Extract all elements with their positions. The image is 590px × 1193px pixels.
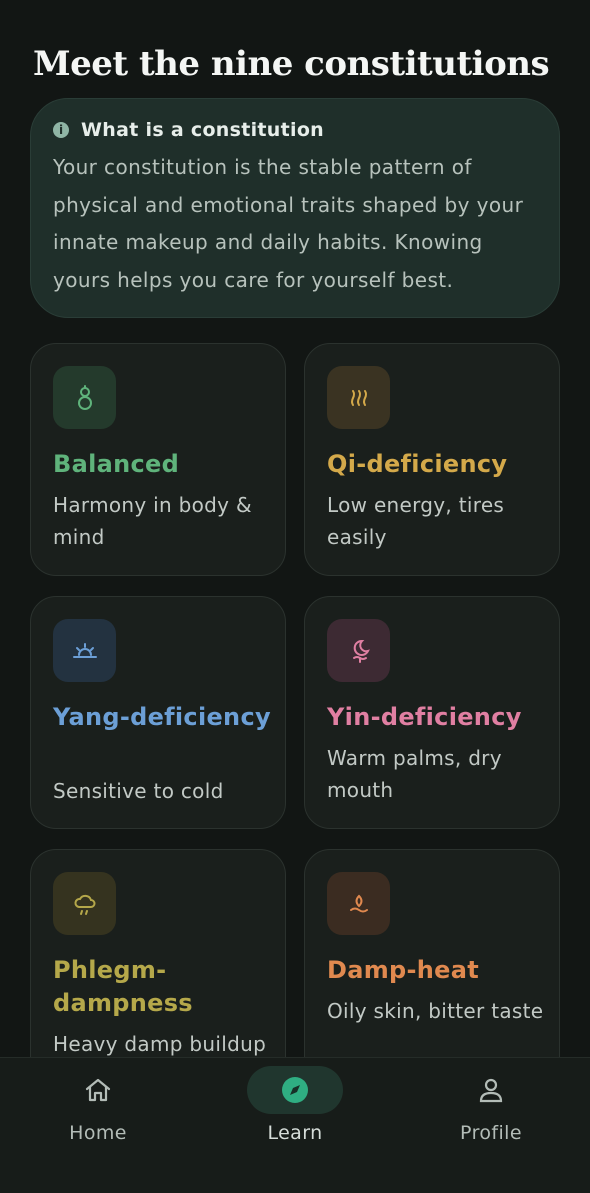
sunset-icon [53, 619, 116, 682]
card-description: Sensitive to cold [53, 779, 224, 803]
constitution-card-balanced[interactable]: Balanced Harmony in body & mind [30, 343, 286, 576]
info-title: What is a constitution [81, 119, 325, 141]
home-icon [50, 1066, 146, 1114]
compass-icon [282, 1077, 308, 1103]
person-icon [443, 1066, 539, 1114]
card-name: Phlegm-dampness [53, 956, 193, 1017]
info-icon: i [53, 122, 69, 138]
card-name: Yin-deficiency [327, 703, 522, 731]
card-description: Harmony in body & mind [53, 493, 252, 549]
card-name: Damp-heat [327, 956, 479, 984]
gourd-icon [53, 366, 116, 429]
constitution-card-qi-deficiency[interactable]: Qi-deficiency Low energy, tires easily [304, 343, 560, 576]
nav-home-label: Home [69, 1122, 127, 1144]
card-description: Heavy damp buildup [53, 1032, 267, 1056]
card-name: Balanced [53, 450, 180, 478]
nav-learn-label: Learn [267, 1122, 323, 1144]
flame-water-icon [327, 872, 390, 935]
card-name: Yang-deficiency [53, 703, 271, 731]
cloud-drizzle-icon [53, 872, 116, 935]
card-description: Oily skin, bitter taste [327, 999, 544, 1023]
moon-icon [327, 619, 390, 682]
info-body: Your constitution is the stable pattern … [53, 155, 524, 292]
heat-waves-icon [327, 366, 390, 429]
card-description: Low energy, tires easily [327, 493, 505, 549]
constitution-card-yin-deficiency[interactable]: Yin-deficiency Warm palms, dry mouth [304, 596, 560, 829]
card-description: Warm palms, dry mouth [327, 746, 502, 802]
constitution-card-yang-deficiency[interactable]: Yang-deficiency Sensitive to cold [30, 596, 286, 829]
info-callout: i What is a constitution Your constituti… [30, 98, 560, 318]
card-name: Qi-deficiency [327, 450, 508, 478]
nav-learn-pill [247, 1066, 343, 1114]
page-title: Meet the nine constitutions [33, 44, 550, 84]
bottom-nav: Home Learn Profile [0, 1057, 590, 1193]
nav-profile-label: Profile [460, 1122, 522, 1144]
